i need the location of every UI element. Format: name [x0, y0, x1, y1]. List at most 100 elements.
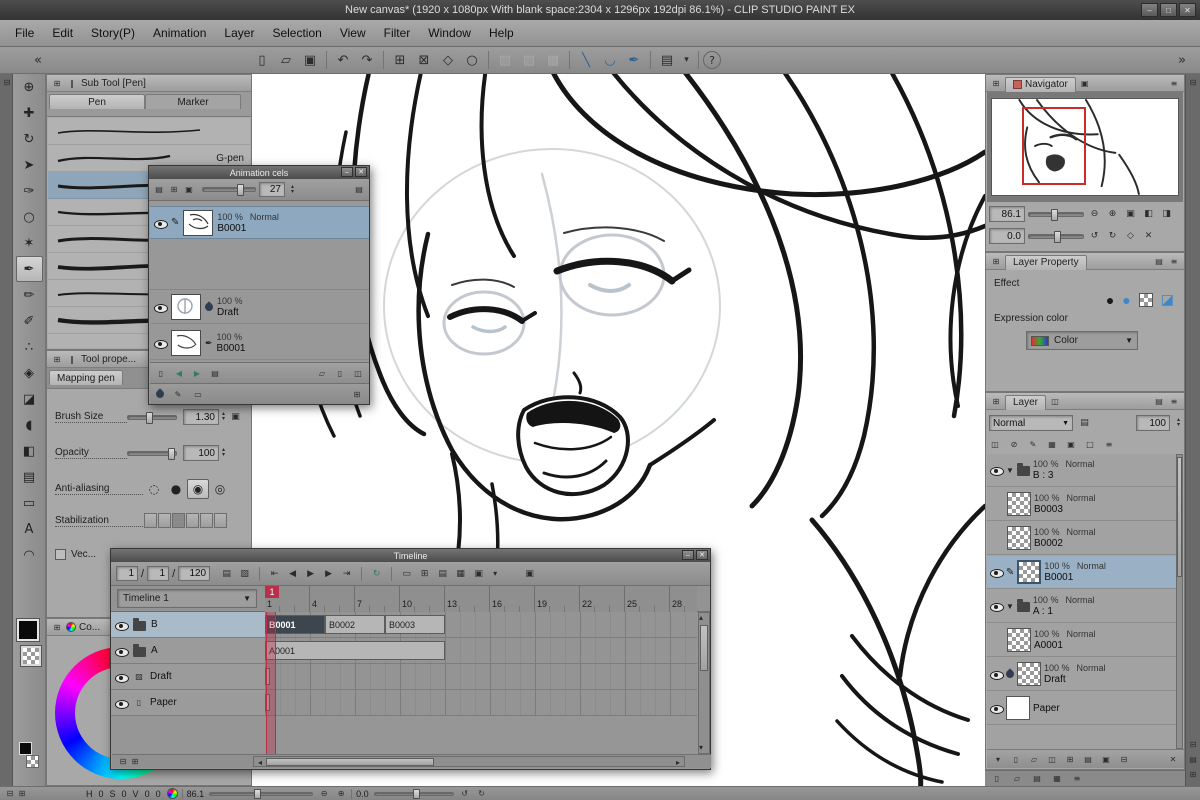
end-frame-field[interactable]: 120: [178, 566, 210, 581]
straight-line-icon[interactable]: ╲: [574, 49, 598, 71]
track-label-draft[interactable]: ▨ Draft: [111, 664, 265, 690]
sub-color-swatch[interactable]: [21, 646, 41, 666]
track-settings-icon[interactable]: ▦: [453, 567, 468, 581]
timeline-hscrollbar[interactable]: ◂ ▸: [253, 756, 685, 767]
layer-row-a0001[interactable]: 100 %NormalA0001: [987, 624, 1178, 657]
aa-none-icon[interactable]: ◌: [143, 479, 165, 499]
brush-size-label[interactable]: Brush Size: [55, 411, 127, 423]
combine-mode-icon[interactable]: ▾: [992, 754, 1004, 765]
panel-collapse-icon[interactable]: ⊞: [51, 78, 63, 89]
statusbar-rotate-right-icon[interactable]: ↻: [476, 788, 488, 799]
workspace-dropdown-icon[interactable]: ▾: [679, 53, 694, 67]
menu-story[interactable]: Story(P): [82, 20, 144, 46]
cel-options-icon[interactable]: ▤: [353, 184, 365, 195]
flip-horizontal-icon[interactable]: ◧: [1141, 207, 1156, 221]
ruler-icon[interactable]: ▣: [1065, 439, 1077, 450]
navigator-view-rect[interactable]: [1022, 107, 1086, 185]
new-cel-icon[interactable]: ▯: [155, 368, 167, 379]
menu-animation[interactable]: Animation: [144, 20, 215, 46]
snap-special-icon[interactable]: ◇: [436, 49, 460, 71]
tab-layer[interactable]: Layer: [1005, 395, 1046, 410]
opacity-slider[interactable]: [127, 451, 177, 456]
start-frame-field[interactable]: 1: [147, 566, 169, 581]
clip-icon[interactable]: ◫: [989, 439, 1001, 450]
last-frame-icon[interactable]: ⇥: [339, 567, 354, 581]
visibility-eye-icon[interactable]: [154, 217, 167, 229]
layer-row-b0003[interactable]: 100 %NormalB0003: [987, 488, 1178, 521]
tab-subview-icon[interactable]: ▣: [1079, 78, 1091, 89]
airbrush-tool-icon[interactable]: ∴: [16, 334, 43, 360]
pen-tool-icon[interactable]: ✒: [16, 256, 43, 282]
animation-cels-titlebar[interactable]: Animation cels – ✕: [149, 166, 369, 179]
dock-icon[interactable]: ≡: [1071, 773, 1083, 784]
set-as-reference-icon[interactable]: □: [1084, 439, 1096, 450]
scroll-left-icon[interactable]: ◂: [254, 757, 266, 768]
frame-count-value[interactable]: 27: [259, 182, 285, 197]
scroll-up-icon[interactable]: ▴: [699, 613, 711, 624]
minimize-icon[interactable]: –: [341, 167, 353, 177]
transparent-chip[interactable]: [26, 755, 39, 768]
visibility-eye-icon[interactable]: [115, 645, 128, 657]
aa-strong-icon[interactable]: ◎: [209, 479, 231, 499]
tone-effect-icon[interactable]: [1139, 293, 1153, 307]
ruler-mode3-icon[interactable]: ▩: [541, 49, 565, 71]
dock-icon[interactable]: ▦: [1051, 773, 1063, 784]
brush-size-unit-icon[interactable]: ▣: [228, 410, 243, 424]
stabilization-step[interactable]: [158, 513, 171, 528]
folder-expand-icon[interactable]: ▼: [1006, 466, 1014, 475]
curve-line-icon[interactable]: ◡: [598, 49, 622, 71]
blend-mode-dropdown[interactable]: Normal ▼: [989, 415, 1073, 431]
visibility-eye-icon[interactable]: [115, 697, 128, 709]
cel-row-b0001-lighttable[interactable]: ✒ 100 % B0001: [150, 327, 369, 360]
cel-spec-batch-icon[interactable]: ▤: [209, 368, 221, 379]
wand-tool-icon[interactable]: ✶: [16, 230, 43, 256]
frame-count-spinner[interactable]: ▴▾: [288, 185, 297, 195]
track-draft[interactable]: [265, 664, 697, 690]
color-wheel-mini-icon[interactable]: [167, 788, 178, 799]
cel-view-icon[interactable]: ▣: [183, 184, 195, 195]
flip-vertical-icon[interactable]: ◨: [1159, 207, 1174, 221]
workspace-icon[interactable]: ▤: [655, 49, 679, 71]
opacity-spinner[interactable]: ▴▾: [219, 448, 228, 458]
track-b[interactable]: B0001 B0002 B0003: [265, 612, 697, 638]
onion-droplet-icon[interactable]: [154, 388, 165, 399]
timeline-cell-a0001[interactable]: A0001: [265, 641, 445, 660]
rotation-value[interactable]: 0.0: [989, 228, 1025, 244]
cel-grid-icon[interactable]: ⊞: [168, 184, 180, 195]
cel-display-icon[interactable]: ▧: [237, 567, 252, 581]
duplicate-layer-icon[interactable]: ◫: [1046, 754, 1058, 765]
track-paper[interactable]: [265, 690, 697, 716]
cel-more-icon[interactable]: ⊞: [351, 389, 363, 400]
tab-layer-property[interactable]: Layer Property: [1005, 255, 1087, 270]
panel-collapse-icon[interactable]: ⊞: [51, 622, 63, 633]
first-frame-icon[interactable]: ⇤: [267, 567, 282, 581]
zoom-slider[interactable]: [1028, 212, 1084, 217]
statusbar-zoom-out-icon[interactable]: ⊖: [318, 788, 330, 799]
zoom-value[interactable]: 86.1: [989, 206, 1025, 222]
dock-tab-icon[interactable]: ⊟: [1, 77, 13, 88]
layer-color-effect-icon[interactable]: ◪: [1161, 291, 1174, 308]
prev-frame-icon[interactable]: ◀: [285, 567, 300, 581]
redo-icon[interactable]: ↷: [355, 49, 379, 71]
export-frames-icon[interactable]: ▣: [471, 567, 486, 581]
zoom-out-icon[interactable]: ⊖: [1087, 207, 1102, 221]
playhead-marker[interactable]: 1: [265, 586, 279, 598]
loop-playback-icon[interactable]: ↻: [369, 567, 384, 581]
tab-pen[interactable]: Pen: [49, 94, 145, 109]
toolbar-dropdown-icon[interactable]: ▾: [489, 568, 501, 579]
play-icon[interactable]: ▶: [303, 567, 318, 581]
anti-aliasing-label[interactable]: Anti-aliasing: [55, 483, 143, 495]
layer-row-paper[interactable]: Paper: [987, 692, 1178, 725]
timeline-cell-b0002[interactable]: B0002: [325, 615, 385, 634]
timeline-selector-dropdown[interactable]: Timeline 1 ▼: [117, 589, 257, 608]
figure-tool-icon[interactable]: ▭: [16, 490, 43, 516]
track-label-b[interactable]: B: [111, 612, 265, 638]
panel-menu-icon[interactable]: ≡: [1168, 78, 1180, 89]
merge-down-icon[interactable]: ⊞: [1064, 754, 1076, 765]
ruler-mode2-icon[interactable]: ▨: [517, 49, 541, 71]
new-timeline-icon[interactable]: ▭: [399, 567, 414, 581]
current-frame-field[interactable]: 1: [116, 566, 138, 581]
menu-window[interactable]: Window: [419, 20, 480, 46]
timeline-cell-b0003[interactable]: B0003: [385, 615, 445, 634]
panel-menu-icon[interactable]: ≡: [1168, 396, 1180, 407]
